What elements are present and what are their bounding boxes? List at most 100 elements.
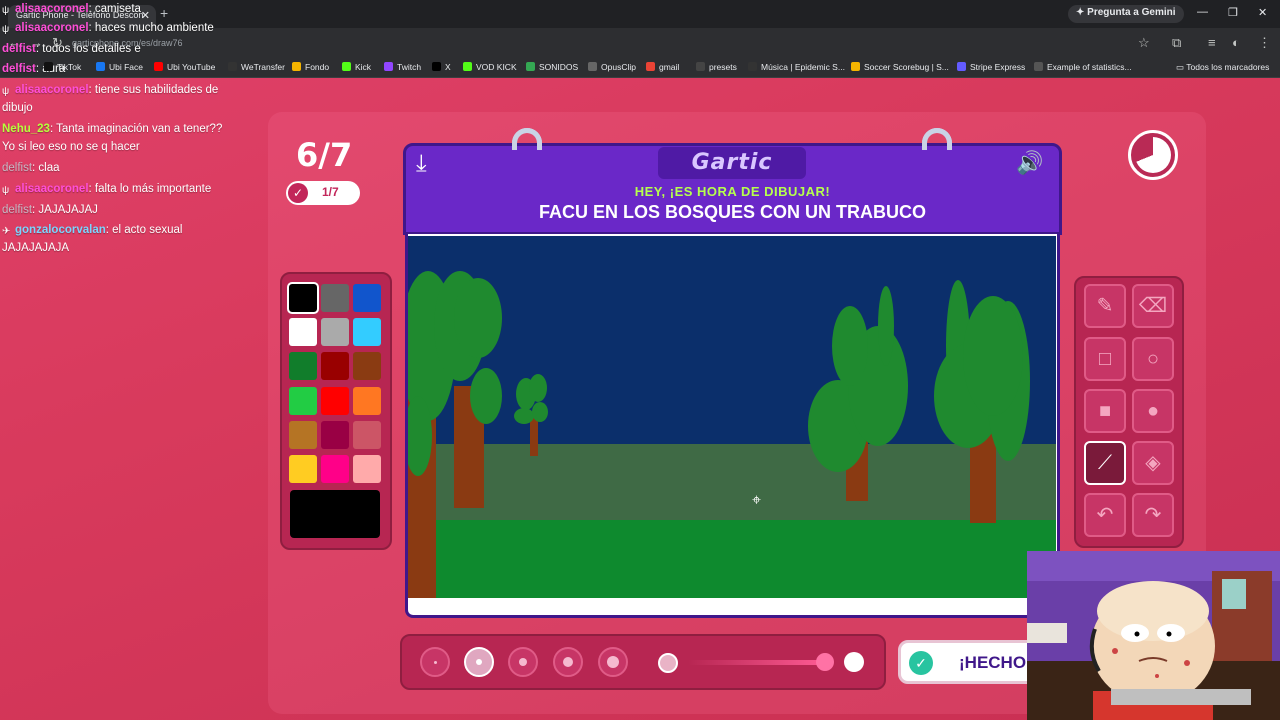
bookmark-item[interactable]: presets [696,62,737,72]
bookmark-favicon-icon [384,62,393,71]
color-swatch[interactable] [321,284,349,312]
bookmark-favicon-icon [748,62,757,71]
check-icon: ✓ [909,651,933,675]
crosshair-cursor-icon: ⌖ [752,492,762,509]
drawing-canvas[interactable] [408,236,1056,598]
extensions-icon[interactable]: ⧉ [1172,35,1181,51]
ellipse-outline-tool[interactable]: ○ [1132,337,1174,381]
bookmark-favicon-icon [851,62,860,71]
bookmark-favicon-icon [463,62,472,71]
brush-size-2[interactable] [464,647,494,677]
chat-message: Yo si leo eso no se q hacer [2,138,140,156]
maximize-icon[interactable]: ❐ [1228,6,1238,19]
chat-badge-icon: ψ [2,185,10,196]
bookmark-label: WeTransfer [241,62,285,72]
bookmark-item[interactable]: Música | Epidemic S... [748,62,845,72]
timer-fill [1135,137,1171,173]
rectangle-outline-tool[interactable]: □ [1084,337,1126,381]
profile-icon[interactable]: ◐ [1232,35,1240,50]
bookmark-item[interactable]: Twitch [384,62,421,72]
color-swatch[interactable] [289,318,317,346]
bookmark-item[interactable]: OpusClip [588,62,636,72]
color-swatch[interactable] [321,387,349,415]
bookmark-item[interactable]: SONIDOS [526,62,578,72]
color-swatch[interactable] [321,352,349,380]
bookmark-item[interactable]: Example of statistics... [1034,62,1132,72]
bookmark-label: OpusClip [601,62,636,72]
bookmark-favicon-icon [1034,62,1043,71]
window-close-icon[interactable]: ✕ [1258,6,1267,19]
color-swatch[interactable] [353,284,381,312]
minimize-icon[interactable]: — [1197,6,1208,18]
ellipse-fill-tool[interactable]: ● [1132,389,1174,433]
bookmark-favicon-icon [646,62,655,71]
line-tool[interactable]: ⟋ [1084,441,1126,485]
opacity-slider-handle[interactable] [816,653,834,671]
done-button-label: ¡HECHO! [959,653,1032,672]
sparkle-icon: ✦ [1076,7,1088,18]
redo-tool[interactable]: ↷ [1132,493,1174,537]
color-swatch[interactable] [289,387,317,415]
color-swatch[interactable] [353,318,381,346]
bookmark-label: Ubi YouTube [167,62,216,72]
bookmark-item[interactable]: Fondo [292,62,329,72]
bookmark-label: SONIDOS [539,62,579,72]
color-swatch[interactable] [289,352,317,380]
webcam-overlay [1027,551,1280,720]
bookmark-label: Kick [355,62,372,72]
color-swatch[interactable] [289,455,317,483]
color-swatch[interactable] [321,318,349,346]
bookmark-item[interactable]: Ubi Face [96,62,143,72]
brush-size-1[interactable] [420,647,450,677]
chat-text: : JAJAJAJAJ [32,204,98,216]
chat-message: delfist: JAJAJAJAJ [2,201,98,219]
gemini-label: Pregunta a Gemini [1087,7,1176,18]
gemini-button[interactable]: ✦ Pregunta a Gemini [1068,5,1184,23]
tree-trunk [530,416,538,456]
bookmark-item[interactable]: X [432,62,451,72]
all-bookmarks[interactable]: ▭ Todos los marcadores [1176,62,1269,73]
undo-tool[interactable]: ↶ [1084,493,1126,537]
bookmark-item[interactable]: Stripe Express [957,62,1025,72]
color-swatch[interactable] [353,455,381,483]
color-swatch[interactable] [321,421,349,449]
color-swatch[interactable] [287,282,319,314]
opacity-slider[interactable] [688,660,828,665]
bookmark-label: VOD KICK [476,62,517,72]
bookmark-item[interactable]: TikTok [44,62,81,72]
notebook-ring-top [922,128,952,150]
rectangle-fill-tool[interactable]: ■ [1084,389,1126,433]
color-swatch[interactable] [353,387,381,415]
color-swatch[interactable] [353,421,381,449]
download-icon[interactable]: ⤓ [416,150,427,178]
bookmark-item[interactable]: Ubi YouTube [154,62,215,72]
media-icon[interactable]: ≡ [1208,35,1216,50]
bookmark-item[interactable]: gmail [646,62,679,72]
bookmark-favicon-icon [696,62,705,71]
players-done-badge: ✓ 1/7 [286,181,360,205]
bookmark-item[interactable]: Kick [342,62,371,72]
color-swatch[interactable] [321,455,349,483]
star-icon[interactable]: ☆ [1138,35,1150,51]
menu-icon[interactable]: ⋮ [1258,35,1271,51]
bookmark-item[interactable]: WeTransfer [228,62,285,72]
bookmark-item[interactable]: Soccer Scorebug | S... [851,62,949,72]
pencil-tool[interactable]: ✎ [1084,284,1126,328]
brush-size-4[interactable] [553,647,583,677]
bookmark-favicon-icon [44,62,53,71]
brush-size-5[interactable] [598,647,628,677]
fill-bucket-tool[interactable]: ◈ [1132,441,1174,485]
eraser-tool[interactable]: ⌫ [1132,284,1174,328]
color-swatch[interactable] [289,421,317,449]
drawing-prompt: FACU EN LOS BOSQUES CON UN TRABUCO [538,202,927,222]
brush-size-3[interactable] [508,647,538,677]
chat-text: : tiene sus habilidades de [88,84,219,96]
color-swatch[interactable] [353,352,381,380]
bookmark-favicon-icon [526,62,535,71]
opacity-max [844,652,864,672]
done-button[interactable]: ✓ ¡HECHO! [898,640,1048,684]
bookmark-item[interactable]: VOD KICK [463,62,517,72]
chat-text: : todos los detalles e [35,43,141,55]
chat-username: delfist [2,43,36,55]
speaker-icon[interactable]: 🔊 [1016,150,1043,176]
